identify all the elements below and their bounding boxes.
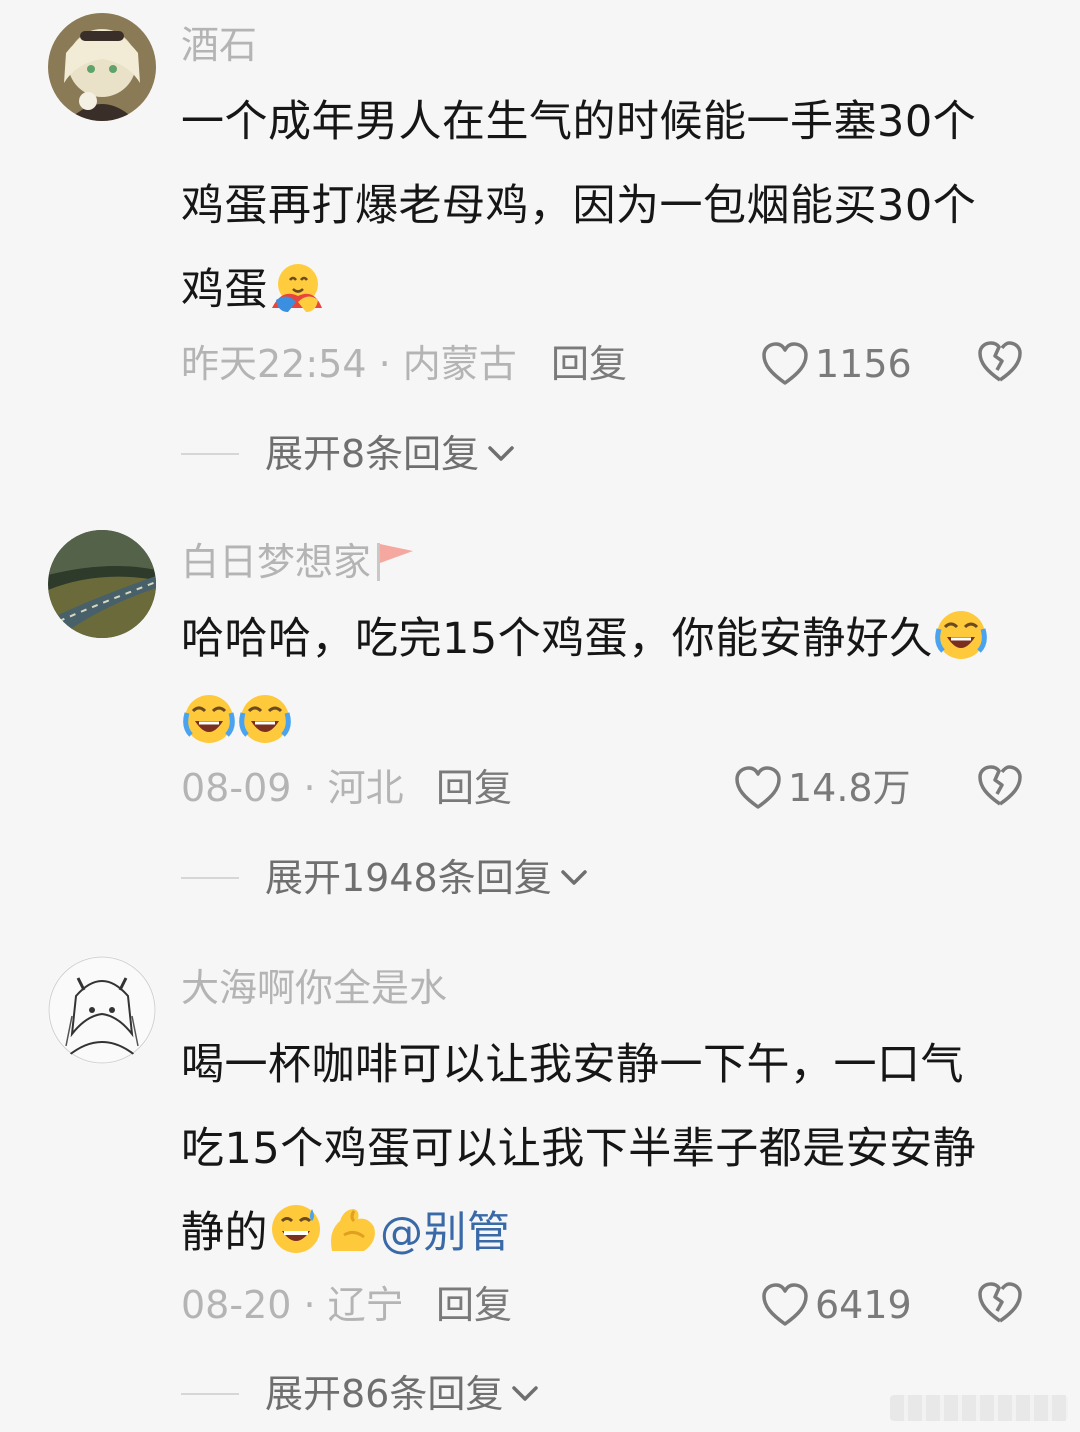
chevron-down-icon — [488, 446, 514, 461]
chevron-down-icon — [560, 870, 587, 885]
hugging-face-icon — [272, 264, 322, 312]
expand-replies-button[interactable]: 展开86条回复 — [181, 1364, 539, 1424]
like-count: 1156 — [815, 342, 912, 386]
rolling-laughing-icon — [183, 695, 235, 743]
broken-heart-icon[interactable] — [977, 1281, 1023, 1325]
comment-meta: 昨天22:54 · 内蒙古 回复 1156 — [181, 334, 1041, 394]
time-location: 08-20 · 辽宁 — [181, 1283, 404, 1327]
username[interactable]: 大海啊你全是水 — [181, 965, 1021, 1011]
heart-icon — [762, 1283, 808, 1326]
comment-line-text: 哈哈哈，吃完15个鸡蛋，你能安静好久 — [181, 614, 933, 664]
watermark — [890, 1395, 1068, 1421]
like-button[interactable]: 6419 — [761, 1275, 912, 1335]
chevron-down-icon — [512, 1386, 539, 1401]
time-location: 昨天22:54 · 内蒙古 — [181, 342, 517, 386]
comment-line: 一个成年男人在生气的时候能一手塞30个 — [181, 97, 977, 147]
rolling-laughing-icon — [934, 611, 987, 659]
reply-button[interactable]: 回复 — [436, 758, 512, 818]
expand-replies-button[interactable]: 展开1948条回复 — [181, 848, 588, 908]
comment-line — [181, 681, 1021, 765]
triangular-flag-icon — [377, 543, 414, 581]
grinning-sweat-icon — [272, 1205, 320, 1253]
comment-meta: 08-09 · 河北 回复 14.8万 — [181, 758, 1041, 818]
rolling-laughing-icon — [239, 695, 291, 743]
divider — [181, 1393, 239, 1395]
expand-replies-button[interactable]: 展开8条回复 — [181, 424, 515, 484]
avatar[interactable] — [48, 530, 156, 638]
like-count: 14.8万 — [788, 766, 911, 810]
comment-meta: 08-20 · 辽宁 回复 6419 — [181, 1275, 1041, 1335]
comment-line: 鸡蛋再打爆老母鸡，因为一包烟能买30个 — [181, 181, 977, 231]
broken-heart-icon[interactable] — [977, 764, 1023, 808]
comment-line: 吃15个鸡蛋可以让我下半辈子都是安安静 — [181, 1124, 977, 1174]
expand-label: 展开1948条回复 — [265, 856, 552, 900]
comment-line: 静的 @别管 — [181, 1191, 1021, 1275]
divider — [181, 877, 239, 879]
heart-icon — [762, 342, 808, 385]
comment-line-text: 静的 — [181, 1208, 268, 1258]
username[interactable]: 白日梦想家 — [181, 539, 1021, 585]
comment-text: 哈哈哈，吃完15个鸡蛋，你能安静好久 — [181, 597, 1021, 765]
comment-line: 喝一杯咖啡可以让我安静一下午，一口气 — [181, 1040, 964, 1090]
expand-label: 展开86条回复 — [265, 1372, 504, 1416]
comment-line: 鸡蛋 — [181, 248, 1021, 332]
like-button[interactable]: 1156 — [761, 334, 912, 394]
flexed-biceps-icon — [331, 1209, 375, 1251]
heart-icon — [735, 766, 781, 809]
comment-text: 一个成年男人在生气的时候能一手塞30个 鸡蛋再打爆老母鸡，因为一包烟能买30个 … — [181, 80, 1021, 332]
broken-heart-icon[interactable] — [977, 340, 1023, 384]
time-location: 08-09 · 河北 — [181, 766, 404, 810]
username-text: 白日梦想家 — [181, 540, 372, 584]
user-mention-link[interactable]: @别管 — [380, 1208, 511, 1258]
like-button[interactable]: 14.8万 — [734, 758, 911, 818]
username[interactable]: 酒石 — [181, 22, 1021, 68]
expand-label: 展开8条回复 — [265, 432, 480, 476]
avatar[interactable] — [48, 13, 156, 121]
avatar[interactable] — [48, 956, 156, 1064]
comment-text: 喝一杯咖啡可以让我安静一下午，一口气 吃15个鸡蛋可以让我下半辈子都是安安静 静… — [181, 1023, 1021, 1275]
divider — [181, 453, 239, 455]
comment-line-text: 鸡蛋 — [181, 265, 268, 315]
reply-button[interactable]: 回复 — [551, 334, 627, 394]
comment-line: 哈哈哈，吃完15个鸡蛋，你能安静好久 — [181, 597, 1021, 681]
reply-button[interactable]: 回复 — [436, 1275, 512, 1335]
like-count: 6419 — [815, 1283, 912, 1327]
